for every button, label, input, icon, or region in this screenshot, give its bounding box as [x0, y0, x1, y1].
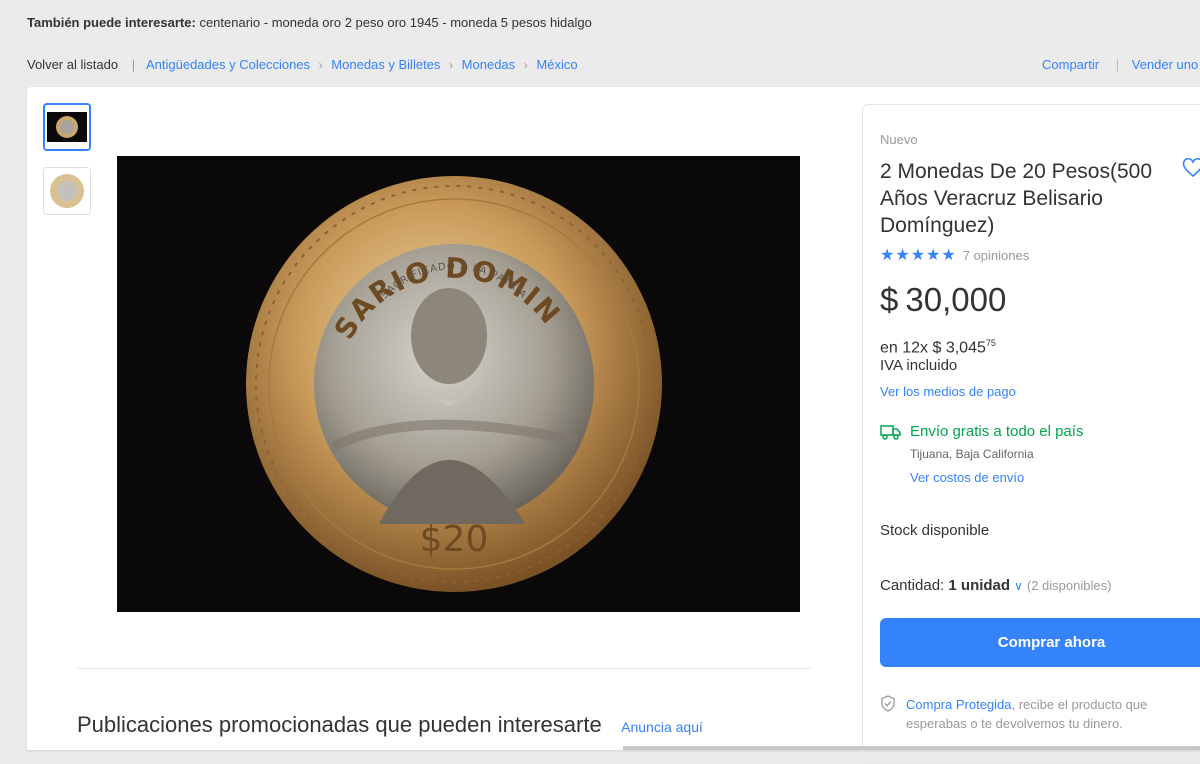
shipping-origin: Tijuana, Baja California: [910, 447, 1034, 461]
star-rating-icon: ★★★★★: [880, 247, 957, 264]
also-interested-label: También puede interesarte:: [27, 15, 196, 30]
tax-note: IVA incluido: [880, 357, 958, 374]
coin-thumbnail-light: [44, 168, 90, 214]
also-interested: También puede interesarte: centenario - …: [27, 15, 592, 30]
breadcrumb-separator: |: [131, 57, 136, 72]
coin-value: $20: [420, 519, 489, 560]
quantity-value: 1 unidad: [948, 577, 1011, 594]
buy-box: Nuevo 2 Monedas De 20 Pesos(500 Años Ver…: [862, 104, 1200, 764]
breadcrumb-item-mexico[interactable]: México: [536, 57, 577, 72]
breadcrumb: Antigüedades y Colecciones › Monedas y B…: [146, 57, 578, 72]
breadcrumb-bar: Volver al listado | Antigüedades y Colec…: [27, 57, 1200, 72]
truck-icon: [880, 425, 901, 440]
back-to-listing-link[interactable]: Volver al listado: [27, 57, 118, 72]
chevron-down-icon: ∨: [1014, 579, 1023, 593]
thumbnail-1[interactable]: [43, 103, 91, 151]
installments-amount: en 12x $ 3,045: [880, 339, 986, 357]
condition-label: Nuevo: [880, 132, 918, 147]
protected-purchase-link[interactable]: Compra Protegida: [906, 697, 1012, 712]
shield-check-icon: [881, 695, 895, 712]
chevron-right-icon: ›: [449, 58, 454, 72]
section-divider: [77, 668, 811, 669]
nav-actions: Compartir | Vender uno igual: [1042, 57, 1200, 72]
share-link[interactable]: Compartir: [1042, 57, 1099, 72]
payment-methods-link[interactable]: Ver los medios de pago: [880, 384, 1016, 399]
installments-cents: 75: [985, 338, 996, 348]
stock-status: Stock disponible: [880, 522, 990, 539]
thumbnail-2[interactable]: [43, 167, 91, 215]
price: $30,000: [880, 281, 1006, 319]
chevron-right-icon: ›: [523, 58, 528, 72]
quantity-label: Cantidad:: [880, 577, 945, 594]
product-card: BELISARIO DOMINGUEZ SACRIFICADO A LA PAT…: [27, 87, 1200, 764]
advertise-here-link[interactable]: Anuncia aquí: [621, 719, 703, 735]
main-product-image[interactable]: BELISARIO DOMINGUEZ SACRIFICADO A LA PAT…: [105, 130, 800, 612]
buy-now-button[interactable]: Comprar ahora: [880, 618, 1200, 667]
installments: en 12x $ 3,04575: [880, 338, 996, 357]
also-interested-links[interactable]: centenario - moneda oro 2 peso oro 1945 …: [199, 15, 591, 30]
sell-similar-link[interactable]: Vender uno igual: [1132, 57, 1200, 72]
rating[interactable]: ★★★★★ 7 opiniones: [880, 245, 1029, 265]
currency-symbol: $: [880, 281, 899, 318]
breadcrumb-item-antiguedades[interactable]: Antigüedades y Colecciones: [146, 57, 310, 72]
heart-icon[interactable]: [1181, 156, 1200, 178]
horizontal-scrollbar[interactable]: [623, 746, 1200, 750]
coin-image: BELISARIO DOMINGUEZ SACRIFICADO A LA PAT…: [105, 130, 800, 612]
reviews-count: 7 opiniones: [962, 248, 1030, 263]
free-shipping-label: Envío gratis a todo el país: [910, 423, 1084, 440]
nav-separator: |: [1115, 57, 1120, 72]
promoted-section: Publicaciones promocionadas que pueden i…: [77, 712, 703, 738]
product-title: 2 Monedas De 20 Pesos(500 Años Veracruz …: [880, 160, 1153, 237]
breadcrumb-item-monedas-billetes[interactable]: Monedas y Billetes: [331, 57, 440, 72]
quantity-selector[interactable]: Cantidad: 1 unidad ∨ (2 disponibles): [880, 577, 1111, 594]
price-value: 30,000: [905, 281, 1007, 318]
coin-thumbnail-dark: [45, 105, 89, 149]
quantity-available: (2 disponibles): [1026, 578, 1112, 593]
promoted-title: Publicaciones promocionadas que pueden i…: [77, 712, 602, 737]
shipping-costs-link[interactable]: Ver costos de envío: [910, 470, 1024, 485]
chevron-right-icon: ›: [318, 58, 323, 72]
purchase-protection: Compra Protegida, recibe el producto que…: [906, 695, 1186, 733]
breadcrumb-item-monedas[interactable]: Monedas: [462, 57, 515, 72]
